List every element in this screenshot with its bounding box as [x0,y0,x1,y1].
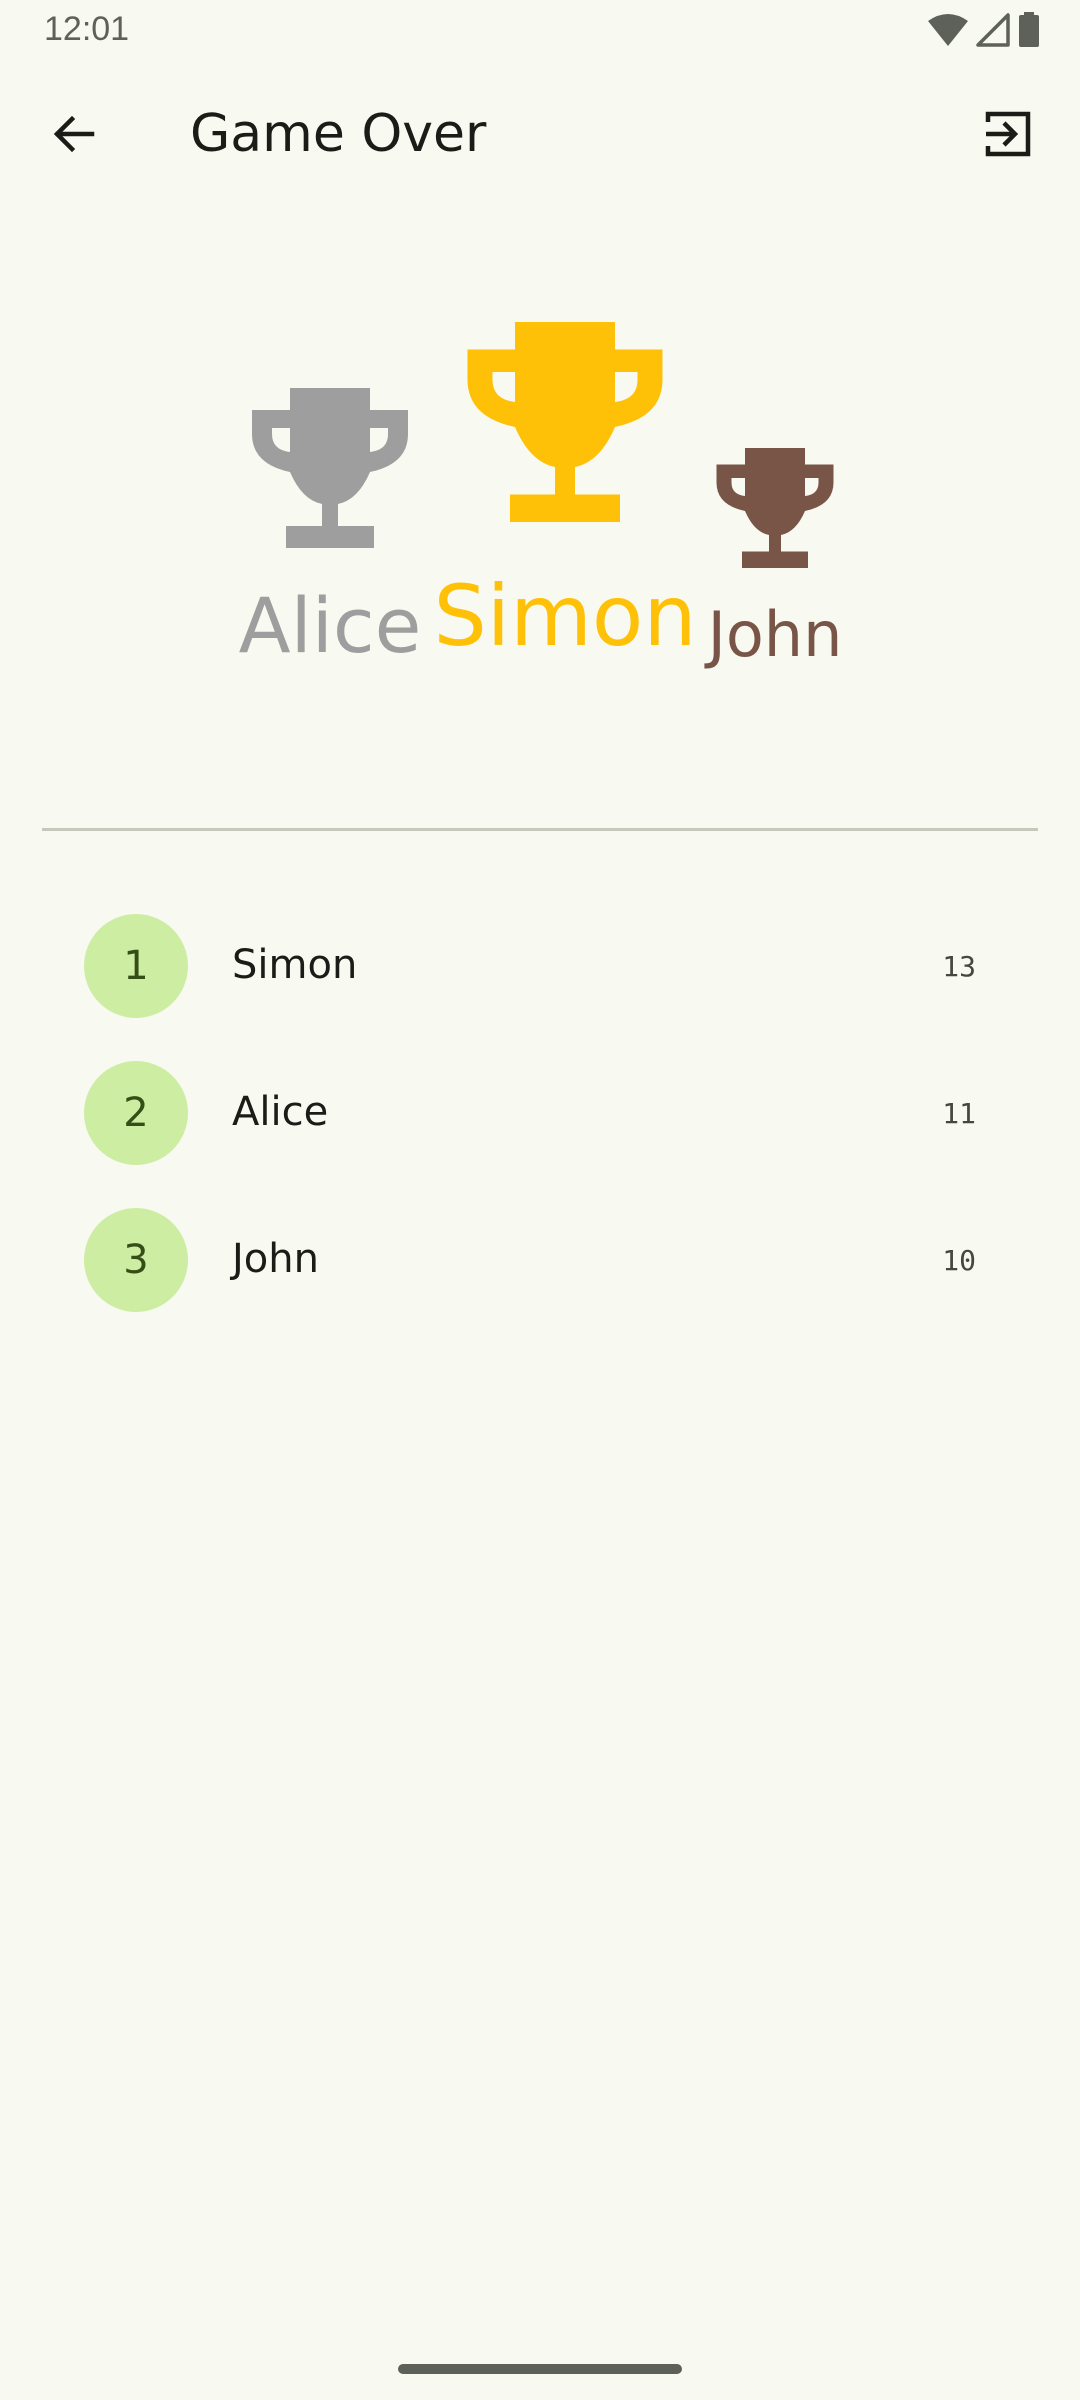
podium-second-place: Alice [238,388,422,670]
wifi-icon [928,13,968,47]
player-name: Simon [232,942,358,988]
rank-badge: 1 [84,914,188,1018]
player-name: Alice [232,1089,329,1135]
list-item[interactable]: 2 Alice 11 [0,1047,1080,1194]
exit-to-app-icon [982,108,1034,164]
player-name: John [232,1236,319,1282]
trophy-icon [250,388,410,548]
player-score: 11 [942,1097,976,1130]
status-bar: 12:01 [0,0,1080,60]
podium-first-name: Simon [433,567,697,665]
back-button[interactable] [30,100,118,172]
list-item[interactable]: 3 John 10 [0,1194,1080,1341]
ranking-list: 1 Simon 13 2 Alice 11 3 John 10 [0,900,1080,1341]
rank-badge: 2 [84,1061,188,1165]
gesture-navigation-bar[interactable] [398,2364,682,2374]
podium: Alice Simon John [0,300,1080,700]
podium-third-name: John [707,598,843,671]
rank-badge: 3 [84,1208,188,1312]
list-item[interactable]: 1 Simon 13 [0,900,1080,1047]
signal-icon [976,13,1010,47]
podium-first-place: Simon [433,322,697,658]
status-time: 12:01 [44,10,130,48]
arrow-back-icon [50,110,98,162]
podium-second-name: Alice [238,581,422,670]
status-icons [928,12,1040,48]
battery-icon [1018,12,1040,48]
player-score: 13 [942,950,976,983]
top-app-bar: Game Over [0,80,1080,192]
page-title: Game Over [190,104,487,164]
trophy-icon [465,322,665,522]
podium-third-place: John [690,448,860,666]
trophy-icon [715,448,835,568]
player-score: 10 [942,1244,976,1277]
exit-button[interactable] [966,100,1050,172]
divider [42,828,1038,831]
